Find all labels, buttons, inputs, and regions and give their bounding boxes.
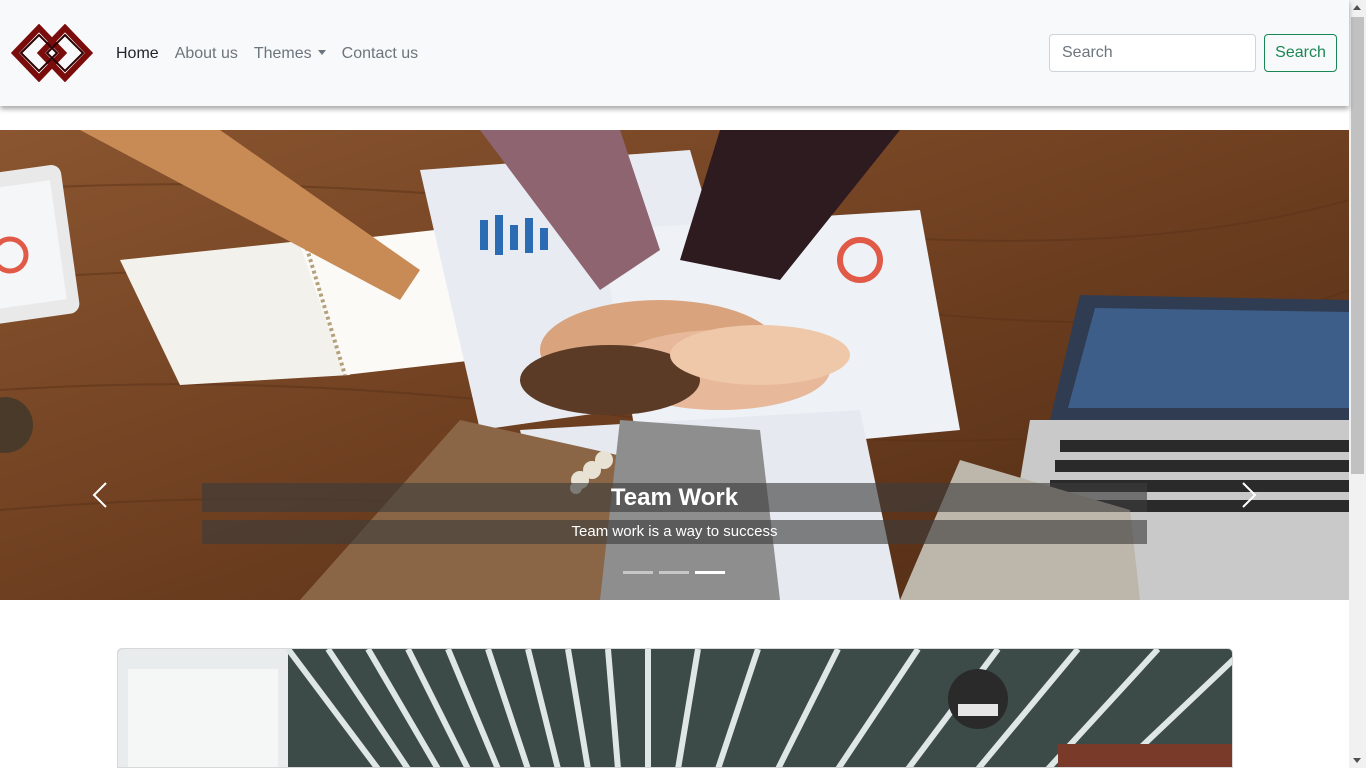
carousel-next-icon[interactable]	[1233, 480, 1263, 510]
scroll-down-icon[interactable]	[1353, 758, 1361, 763]
brand-logo[interactable]	[11, 24, 93, 82]
nav-home-link[interactable]: Home	[116, 44, 159, 64]
nav-themes-dropdown[interactable]: Themes	[254, 44, 326, 64]
conference-hall-photo	[118, 649, 1232, 767]
carousel-prev-icon[interactable]	[86, 480, 116, 510]
caret-down-icon	[317, 50, 326, 55]
carousel-indicator-1[interactable]	[623, 571, 653, 574]
carousel-caption-title: Team Work	[202, 483, 1147, 512]
carousel-indicator-2[interactable]	[659, 571, 689, 574]
conference-hall-image	[117, 648, 1233, 768]
scroll-thumb[interactable]	[1351, 17, 1364, 474]
page-scrollbar[interactable]	[1349, 0, 1366, 768]
search-button[interactable]: Search	[1264, 34, 1337, 72]
carousel-indicators	[623, 571, 731, 574]
carousel-caption-text: Team work is a way to success	[202, 520, 1147, 544]
carousel-indicator-3[interactable]	[695, 571, 725, 574]
search-input[interactable]	[1049, 34, 1256, 72]
nav-contact-link[interactable]: Contact us	[342, 44, 418, 64]
nav-links: Home About us Themes Contact us	[116, 44, 434, 64]
nav-themes-label: Themes	[253, 45, 312, 62]
nav-about-link[interactable]: About us	[175, 44, 238, 64]
navbar: Home About us Themes Contact us Search	[0, 0, 1349, 106]
scroll-up-icon[interactable]	[1353, 5, 1361, 10]
